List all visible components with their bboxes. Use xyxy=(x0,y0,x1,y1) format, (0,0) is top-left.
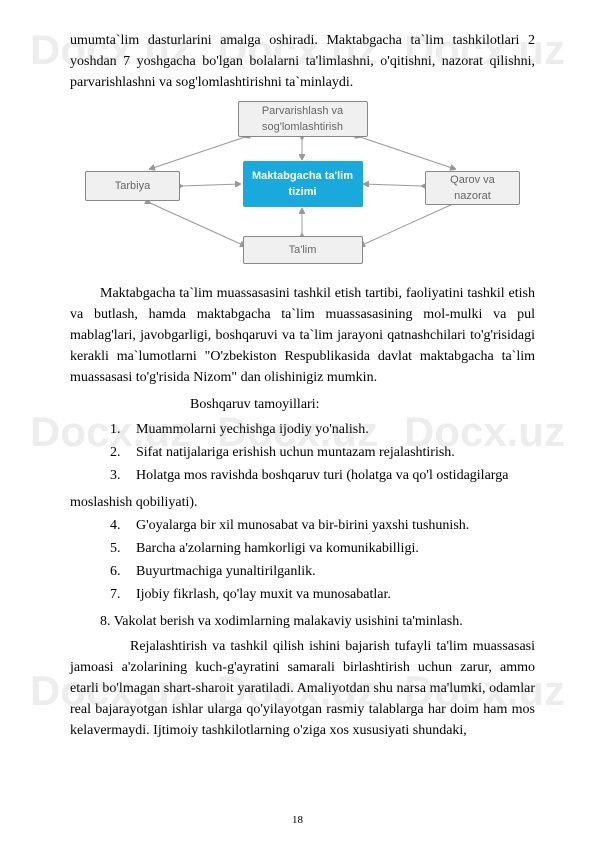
list-item-8: 8. Vakolat berish va xodimlarning malaka… xyxy=(70,611,535,632)
list-text: Holatga mos ravishda boshqaruv turi (hol… xyxy=(136,468,508,483)
list-text: Ijobiy fikrlash, qo'lay muxit va munosab… xyxy=(136,587,391,602)
list-item: 6.Buyurtmachiga yunaltirilganlik. xyxy=(100,561,535,582)
list-text: Buyurtmachiga yunaltirilganlik. xyxy=(136,564,316,579)
diagram-box-right: Qarov va nazorat xyxy=(425,171,520,205)
principles-list: 1.Muammolarni yechishga ijodiy yo'nalish… xyxy=(70,419,535,486)
list-item: 1.Muammolarni yechishga ijodiy yo'nalish… xyxy=(100,419,535,440)
diagram-box-left: Tarbiya xyxy=(85,171,180,201)
list-text: Barcha a'zolarning hamkorligi va komunik… xyxy=(136,541,419,556)
concept-diagram: Parvarishlash va sog'lomlashtirish Tarbi… xyxy=(70,101,535,271)
diagram-box-bottom: Ta'lim xyxy=(243,236,363,264)
list-item: 7.Ijobiy fikrlash, qo'lay muxit va munos… xyxy=(100,584,535,605)
principles-list-cont: 4.G'oyalarga bir xil munosabat va bir-bi… xyxy=(70,515,535,605)
list-text: Muammolarni yechishga ijodiy yo'nalish. xyxy=(136,422,369,437)
list-item: 3.Holatga mos ravishda boshqaruv turi (h… xyxy=(100,465,535,486)
diagram-box-top: Parvarishlash va sog'lomlashtirish xyxy=(238,101,368,137)
paragraph-2: Maktabgacha ta`lim muassasasini tashkil … xyxy=(70,283,535,388)
section-title: Boshqaruv tamoyillari: xyxy=(190,394,535,415)
list-item: 4.G'oyalarga bir xil munosabat va bir-bi… xyxy=(100,515,535,536)
list-text: Sifat natijalariga erishish uchun muntaz… xyxy=(136,445,455,460)
diagram-box-center: Maktabgacha ta'lim tizimi xyxy=(243,161,363,207)
page-number: 18 xyxy=(292,812,303,829)
list-item: 2.Sifat natijalariga erishish uchun munt… xyxy=(100,442,535,463)
list-item: 5.Barcha a'zolarning hamkorligi va komun… xyxy=(100,538,535,559)
list-item-continuation: moslashish qobiliyati). xyxy=(70,492,535,513)
paragraph-intro: umumta`lim dasturlarini amalga oshiradi.… xyxy=(70,30,535,93)
list-text: G'oyalarga bir xil munosabat va bir-biri… xyxy=(136,518,469,533)
paragraph-3: Rejalashtirish va tashkil qilish ishini … xyxy=(70,636,535,741)
